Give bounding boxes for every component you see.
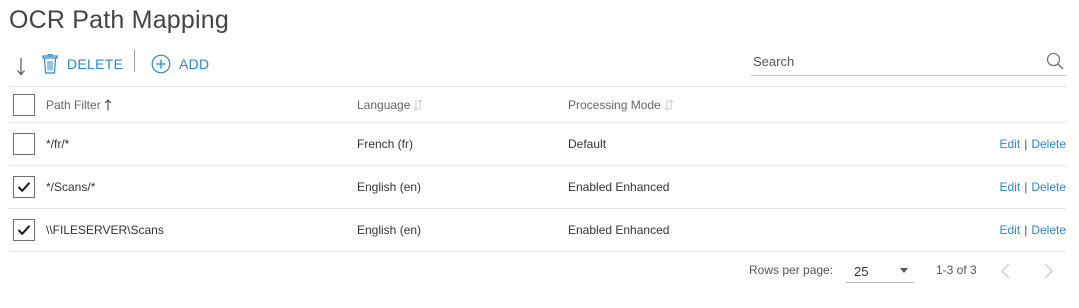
sort-ascending-icon: [104, 98, 112, 110]
processing-mode-cell: Default: [568, 137, 607, 151]
chevron-down-icon: [900, 268, 908, 273]
sort-arrow-icon: [17, 58, 25, 76]
search-box: [751, 50, 1066, 76]
chevron-right-icon: [1044, 263, 1053, 279]
row-checkbox[interactable]: [13, 176, 35, 198]
rows-per-page-select[interactable]: 25: [846, 259, 914, 283]
pagination-bar: Rows per page: 25 1-3 of 3: [0, 258, 1079, 284]
next-page-button[interactable]: [1041, 261, 1055, 281]
path-filter-cell: \\FILESERVER\Scans: [46, 223, 164, 237]
action-separator: |: [1024, 223, 1028, 237]
previous-page-button[interactable]: [999, 261, 1013, 281]
column-header-path-filter[interactable]: Path Filter: [46, 87, 112, 122]
search-input[interactable]: [751, 50, 1031, 72]
sort-button[interactable]: [15, 56, 29, 78]
table-header-row: Path Filter Language Processing Mode: [9, 86, 1066, 123]
column-header-language[interactable]: Language: [357, 87, 423, 122]
table-row: */Scans/* English (en) Enabled Enhanced …: [9, 166, 1066, 209]
row-actions: Edit | Delete: [1000, 166, 1067, 208]
path-filter-cell: */fr/*: [46, 137, 70, 151]
select-all-checkbox[interactable]: [13, 93, 35, 116]
row-checkbox[interactable]: [13, 133, 35, 155]
sort-both-icon: [414, 98, 423, 111]
table-row: \\FILESERVER\Scans English (en) Enabled …: [9, 209, 1066, 252]
toolbar: DELETE ADD: [0, 46, 1079, 82]
row-actions: Edit | Delete: [1000, 123, 1067, 165]
action-separator: |: [1024, 137, 1028, 151]
toolbar-divider: [134, 50, 135, 72]
delete-button-label: DELETE: [67, 56, 124, 72]
path-filter-cell: */Scans/*: [46, 180, 96, 194]
delete-link[interactable]: Delete: [1031, 180, 1066, 194]
pagination-range: 1-3 of 3: [936, 263, 977, 277]
chevron-left-icon: [1001, 263, 1010, 279]
column-header-label: Language: [357, 97, 411, 112]
plus-circle-icon: [151, 54, 171, 74]
table-row: */fr/* French (fr) Default Edit | Delete: [9, 123, 1066, 166]
language-cell: English (en): [357, 223, 422, 237]
sort-both-icon: [664, 98, 674, 111]
add-button-label: ADD: [179, 56, 210, 72]
edit-link[interactable]: Edit: [1000, 223, 1021, 237]
edit-link[interactable]: Edit: [1000, 137, 1021, 151]
trash-icon: [42, 54, 58, 74]
column-header-processing-mode[interactable]: Processing Mode: [568, 87, 674, 122]
row-actions: Edit | Delete: [1000, 209, 1067, 251]
path-mapping-table: Path Filter Language Processing Mode */f…: [9, 86, 1066, 252]
search-icon[interactable]: [1046, 52, 1064, 70]
column-header-label: Processing Mode: [568, 97, 661, 112]
edit-link[interactable]: Edit: [1000, 180, 1021, 194]
page-title: OCR Path Mapping: [9, 6, 229, 34]
language-cell: French (fr): [357, 137, 414, 151]
rows-per-page-value: 25: [854, 264, 869, 279]
delete-button[interactable]: DELETE: [41, 51, 123, 77]
action-separator: |: [1024, 180, 1028, 194]
delete-link[interactable]: Delete: [1031, 223, 1066, 237]
processing-mode-cell: Enabled Enhanced: [568, 223, 670, 237]
add-button[interactable]: ADD: [151, 51, 209, 77]
language-cell: English (en): [357, 180, 422, 194]
rows-per-page-label: Rows per page:: [749, 263, 834, 277]
delete-link[interactable]: Delete: [1031, 137, 1066, 151]
checkmark-icon: [17, 225, 31, 236]
processing-mode-cell: Enabled Enhanced: [568, 180, 670, 194]
checkmark-icon: [17, 182, 31, 193]
column-header-label: Path Filter: [46, 97, 101, 112]
row-checkbox[interactable]: [13, 219, 35, 241]
